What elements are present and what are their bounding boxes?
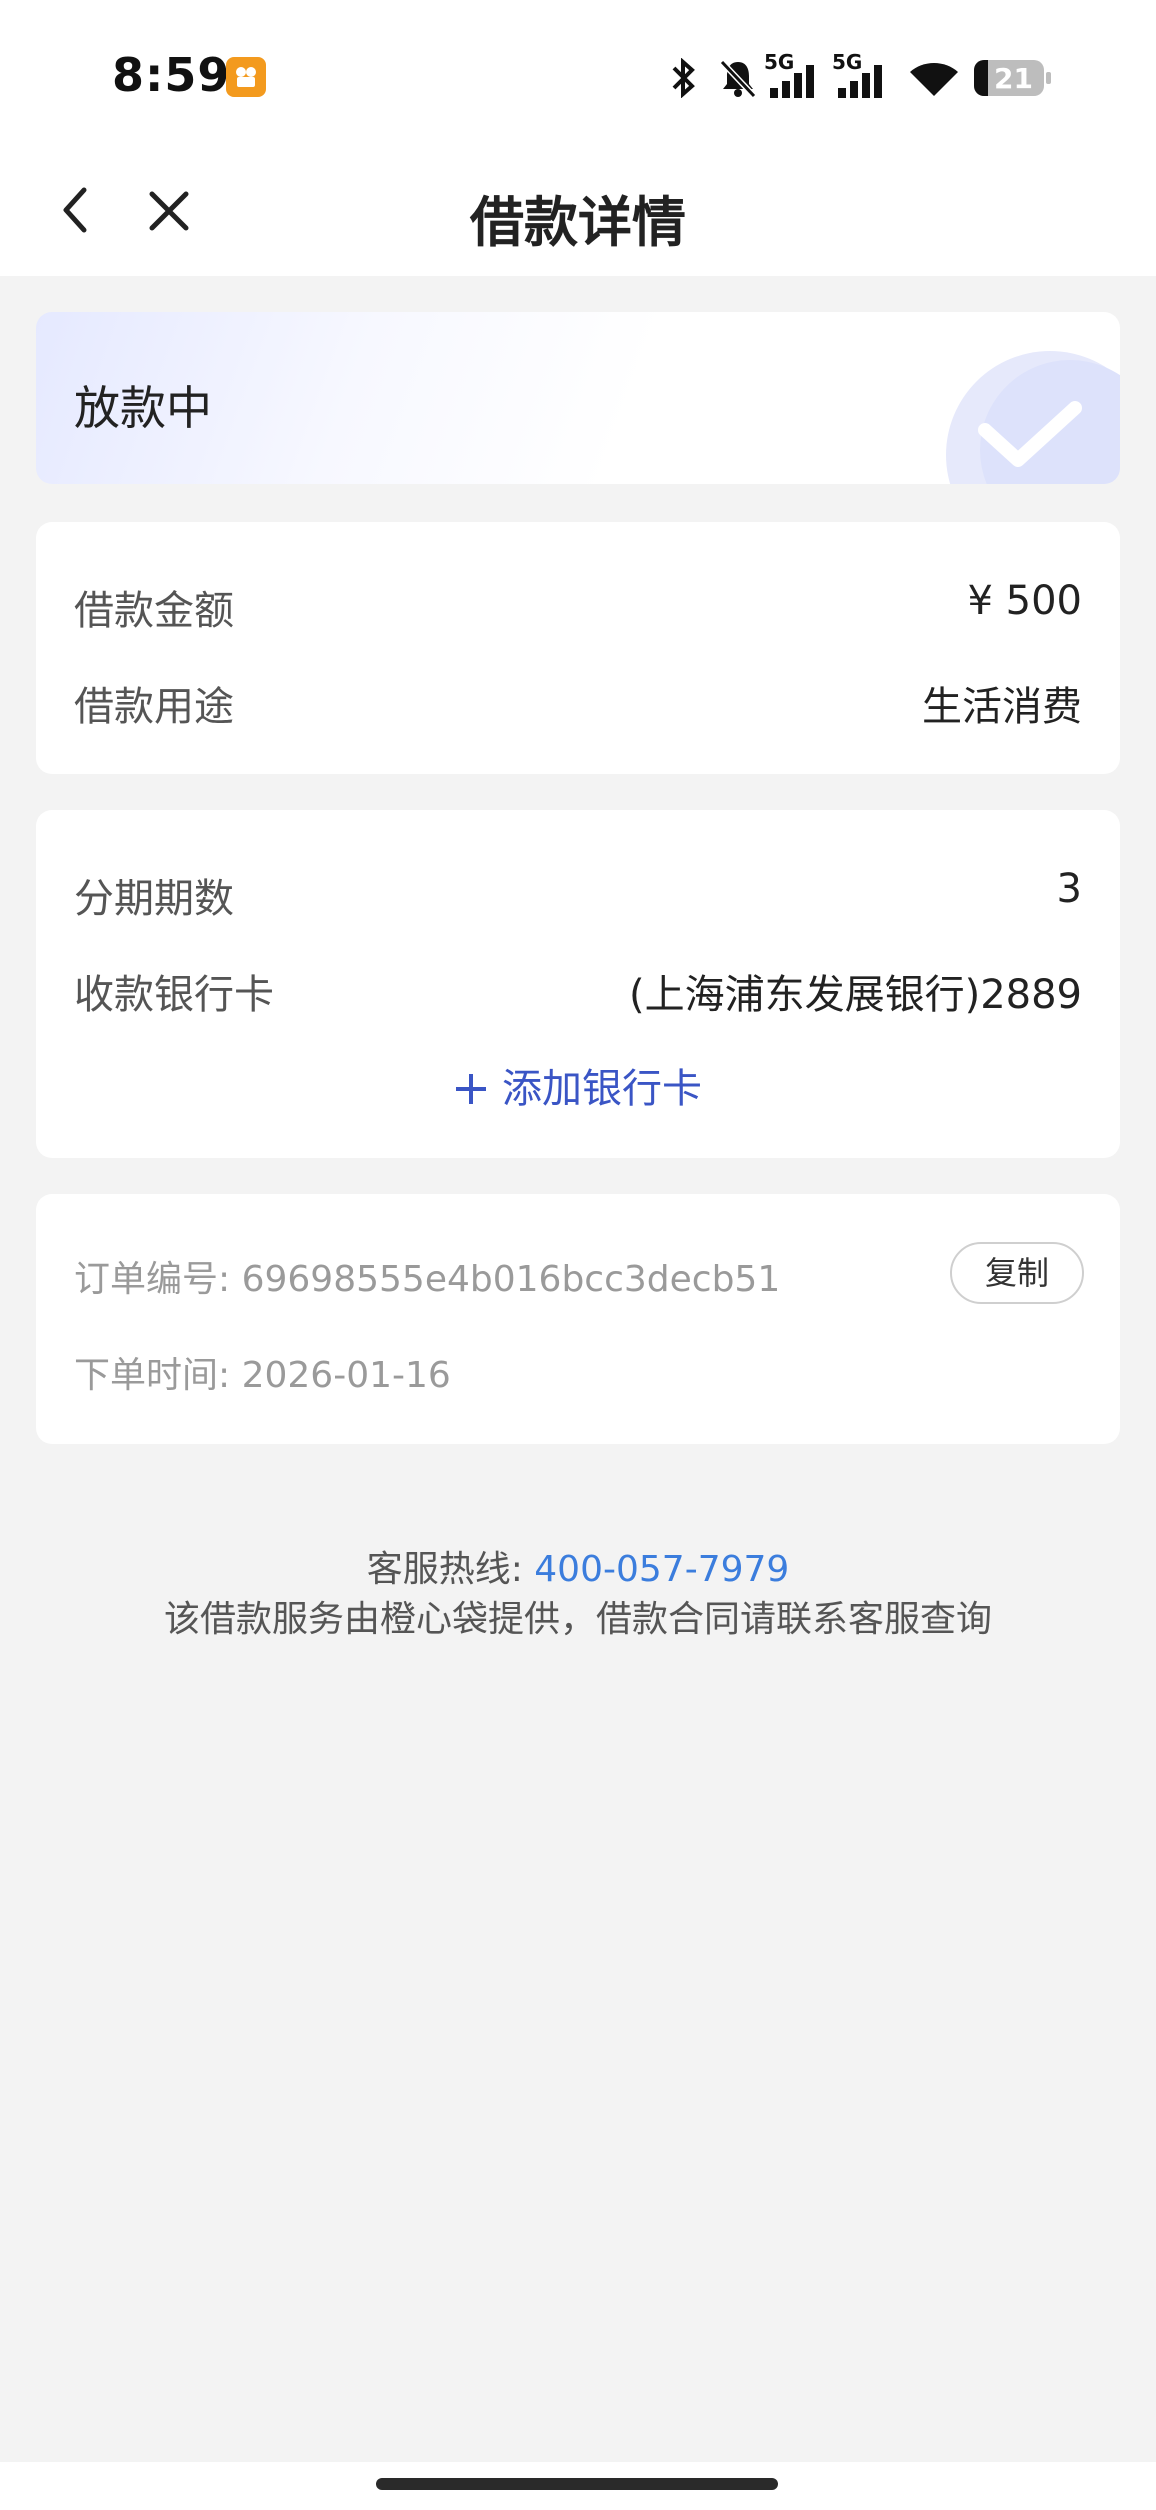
add-bank-card-label: 添加银行卡 [502,1066,702,1112]
page-title: 借款详情 [470,191,686,254]
hotline-label: 客服热线: [366,1549,523,1590]
order-card: 订单编号: 69698555e4b016bcc3decb51 复制 下单时间: … [36,1194,1120,1444]
loan-amount-value: ¥ 500 [967,578,1082,624]
signal-icon [770,65,814,98]
loan-purpose-row: 借款用途 生活消费 [74,674,1082,734]
status-time: 8:59 [112,48,231,102]
bank-card-value: (上海浦东发展银行)2889 [628,972,1082,1018]
loan-purpose-value: 生活消费 [922,684,1082,730]
order-number-label: 订单编号: [74,1259,231,1300]
loan-amount-label: 借款金额 [74,588,234,634]
battery-level: 21 [994,62,1033,95]
add-bank-card-button[interactable]: 添加银行卡 [36,1056,1120,1114]
bluetooth-icon [672,58,695,98]
order-number-row: 订单编号: 69698555e4b016bcc3decb51 [74,1250,780,1302]
installments-row: 分期期数 3 [74,866,1082,926]
nav-bar: 借款详情 [0,150,1156,276]
order-time-label: 下单时间: [74,1355,231,1396]
repayment-card: 分期期数 3 收款银行卡 (上海浦东发展银行)2889 添加银行卡 [36,810,1120,1158]
hotline-number-link[interactable]: 400-057-7979 [534,1549,789,1590]
order-number-value: 69698555e4b016bcc3decb51 [241,1259,781,1300]
copy-button[interactable]: 复制 [950,1242,1084,1304]
app-notification-icon [226,57,266,97]
bank-card-row: 收款银行卡 (上海浦东发展银行)2889 [74,962,1082,1022]
installments-label: 分期期数 [74,876,234,922]
installments-value: 3 [1056,866,1082,912]
battery-icon: 21 [974,60,1044,96]
wifi-icon [910,63,958,96]
hotline-row: 客服热线: 400-057-7979 [0,1540,1156,1592]
loan-amount-row: 借款金额 ¥ 500 [74,578,1082,638]
check-circle-icon [946,351,1120,484]
bell-muted-icon [719,59,757,98]
service-notice: 该借款服务由橙心袋提供，借款合同请联系客服查询 [163,1599,992,1640]
status-bar: 8:59 5G 5G 21 [0,0,1156,150]
order-time-value: 2026-01-16 [241,1355,451,1396]
bank-card-label: 收款银行卡 [74,972,274,1018]
signal-icon [838,65,882,98]
loan-status-text: 放款中 [74,381,212,435]
loan-status-card: 放款中 [36,312,1120,484]
plus-icon [456,1074,486,1104]
loan-purpose-label: 借款用途 [74,684,234,730]
home-indicator[interactable] [376,2478,778,2490]
order-time-row: 下单时间: 2026-01-16 [74,1346,451,1398]
loan-info-card: 借款金额 ¥ 500 借款用途 生活消费 [36,522,1120,774]
